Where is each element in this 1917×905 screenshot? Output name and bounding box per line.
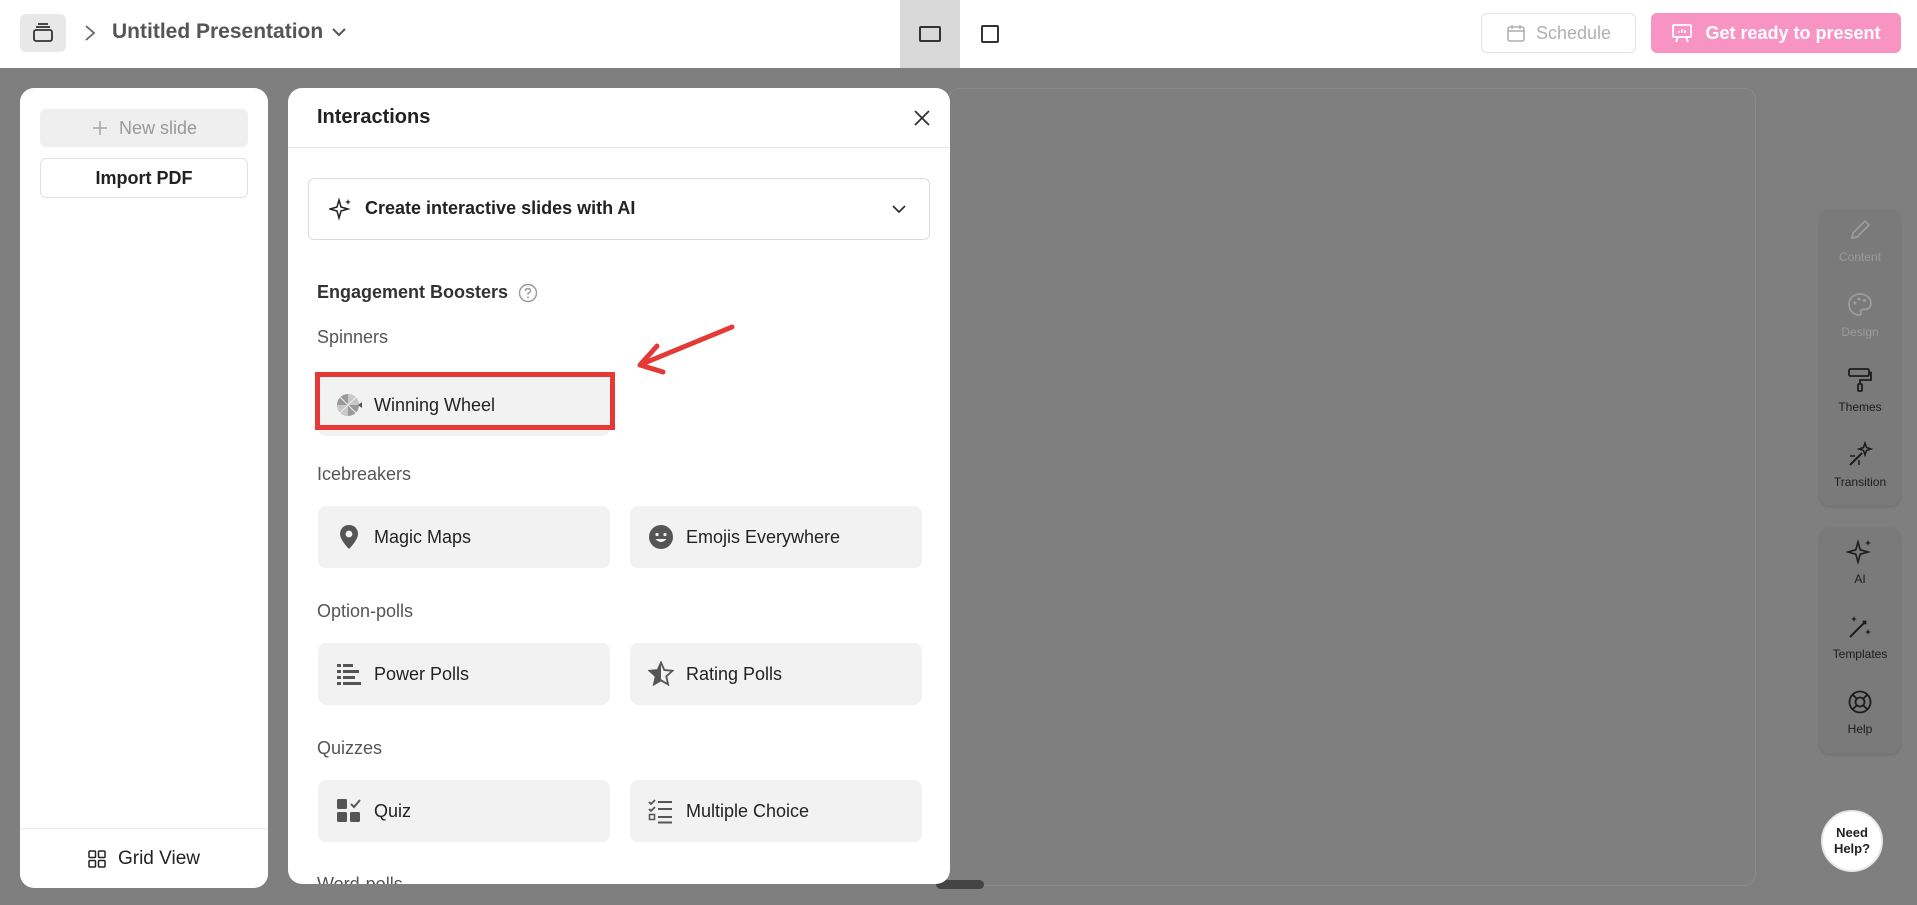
multiple-choice-label: Multiple Choice <box>686 800 810 821</box>
new-slide-button[interactable]: New slide <box>40 109 248 147</box>
bars-icon <box>336 661 362 687</box>
rail-themes-label: Themes <box>1838 400 1882 414</box>
category-icebreakers: Icebreakers <box>317 464 412 484</box>
slides-panel: New slide Import PDF Grid View <box>20 88 268 888</box>
presentation-title[interactable]: Untitled Presentation <box>112 20 347 44</box>
chevron-down-icon <box>332 28 346 37</box>
import-pdf-button[interactable]: Import PDF <box>40 158 248 198</box>
rating-polls-card[interactable]: Rating Polls <box>630 643 922 705</box>
schedule-label: Schedule <box>1535 22 1612 43</box>
rail-content-button[interactable]: Content <box>1820 216 1900 264</box>
rectangle-icon <box>919 26 941 42</box>
home-button[interactable] <box>20 14 66 52</box>
schedule-button[interactable]: Schedule <box>1481 13 1636 53</box>
rail-ai-label: AI <box>1854 572 1866 586</box>
paint-roller-icon <box>1848 368 1872 392</box>
need-help-line1: Need <box>1836 825 1868 840</box>
magic-wand-icon <box>1849 616 1871 638</box>
rail-ai-button[interactable]: AI <box>1820 538 1900 586</box>
view-mode-widescreen-button[interactable] <box>900 0 960 68</box>
quiz-card[interactable]: Quiz <box>318 780 610 842</box>
rating-polls-label: Rating Polls <box>686 663 783 684</box>
star-icon <box>648 661 674 687</box>
rail-templates-label: Templates <box>1832 647 1888 661</box>
interactions-panel: Interactions Create interactive slides w… <box>288 88 950 884</box>
section-title: Engagement Boosters <box>317 282 509 302</box>
magic-maps-label: Magic Maps <box>374 526 472 547</box>
emoji-icon <box>648 524 674 550</box>
emojis-everywhere-card[interactable]: Emojis Everywhere <box>630 506 922 568</box>
map-pin-icon <box>336 524 362 550</box>
rail-templates-button[interactable]: Templates <box>1820 613 1900 661</box>
checklist-icon <box>648 798 674 824</box>
interactions-title: Interactions <box>317 106 431 128</box>
category-quizzes: Quizzes <box>317 738 383 758</box>
slide-canvas[interactable] <box>948 88 1756 886</box>
rail-design-label: Design <box>1841 325 1879 339</box>
rail-help-button[interactable]: Help <box>1820 688 1900 736</box>
ai-label: Create interactive slides with AI <box>365 198 636 218</box>
category-option-polls: Option-polls <box>317 601 414 621</box>
grid-icon <box>88 849 106 868</box>
emojis-everywhere-label: Emojis Everywhere <box>686 526 841 547</box>
close-icon[interactable] <box>910 106 934 130</box>
wand-icon <box>1849 441 1874 466</box>
presentation-board-icon <box>1672 24 1693 43</box>
grid-view-label: Grid View <box>117 847 200 869</box>
rail-help-label: Help <box>1847 722 1873 736</box>
ai-interactive-slides-dropdown[interactable]: Create interactive slides with AI <box>308 178 930 240</box>
square-icon <box>981 25 999 43</box>
chevron-down-icon <box>892 205 906 214</box>
grid-view-button[interactable]: Grid View <box>20 828 268 888</box>
help-circle-icon[interactable] <box>518 283 538 303</box>
rail-transition-button[interactable]: Transition <box>1820 441 1900 489</box>
plus-icon <box>92 121 107 135</box>
right-tool-rail: Content Design Themes Transition <box>1820 210 1900 506</box>
new-slide-label: New slide <box>118 117 198 138</box>
top-bar: Untitled Presentation Schedule Get ready… <box>0 0 1917 68</box>
power-polls-card[interactable]: Power Polls <box>318 643 610 705</box>
pointer-arrow <box>637 324 735 375</box>
import-pdf-label: Import PDF <box>95 167 193 188</box>
calendar-icon <box>1507 25 1525 42</box>
chevron-right-icon <box>85 25 96 41</box>
engagement-boosters-heading: Engagement Boosters <box>317 282 538 303</box>
category-spinners: Spinners <box>317 327 389 347</box>
view-mode-square-button[interactable] <box>960 0 1020 68</box>
rail-content-label: Content <box>1838 250 1882 264</box>
lifebuoy-icon <box>1848 690 1872 714</box>
sparkle-icon <box>1846 539 1871 565</box>
get-ready-to-present-button[interactable]: Get ready to present <box>1651 13 1901 53</box>
palette-icon <box>1848 293 1872 316</box>
sparkle-icon <box>329 197 351 221</box>
interactions-header: Interactions <box>288 88 950 148</box>
rail-transition-label: Transition <box>1833 475 1887 489</box>
pencil-icon <box>1850 219 1871 240</box>
magic-maps-card[interactable]: Magic Maps <box>318 506 610 568</box>
winning-wheel-highlight <box>315 372 615 430</box>
need-help-button[interactable]: Need Help? <box>1821 810 1883 872</box>
rail-design-button[interactable]: Design <box>1820 291 1900 339</box>
category-word-polls: Word-polls <box>317 874 403 884</box>
right-tool-rail-secondary: AI Templates Help <box>1820 528 1900 754</box>
quiz-icon <box>336 798 362 824</box>
multiple-choice-card[interactable]: Multiple Choice <box>630 780 922 842</box>
power-polls-label: Power Polls <box>374 663 470 684</box>
rail-themes-button[interactable]: Themes <box>1820 366 1900 414</box>
presentation-title-text: Untitled Presentation <box>112 20 324 43</box>
stack-icon <box>33 23 53 42</box>
quiz-label: Quiz <box>374 800 412 821</box>
present-label: Get ready to present <box>1705 22 1881 43</box>
need-help-line2: Help? <box>1833 841 1871 856</box>
